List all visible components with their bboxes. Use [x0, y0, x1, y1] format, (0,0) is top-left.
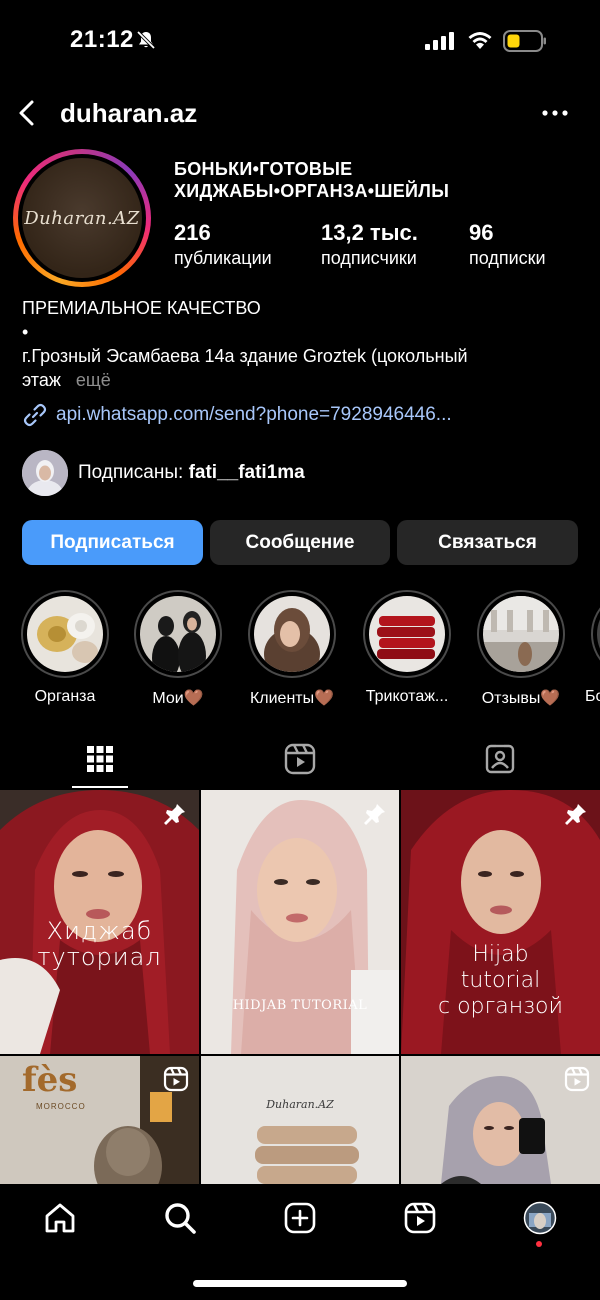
sign-subtext: MOROCCO — [36, 1102, 86, 1111]
highlight-organza[interactable]: Органза — [15, 590, 115, 706]
highlight-label: Клиенты🤎 — [249, 690, 335, 707]
link-icon — [23, 403, 47, 427]
signal-icon — [425, 32, 454, 50]
stat-label: подписки — [469, 248, 546, 268]
pin-icon — [364, 804, 385, 825]
tab-tagged[interactable] — [400, 730, 600, 788]
status-time: 21:12 — [70, 26, 134, 53]
highlight-clients[interactable]: Клиенты🤎 — [242, 590, 342, 708]
stat-label: публикации — [174, 248, 272, 268]
more-icon[interactable] — [542, 108, 568, 118]
posts-grid: Хиджаб туториал HIDJAB TUTORIAL Hijab tu… — [0, 790, 600, 1184]
tab-grid[interactable] — [0, 730, 200, 788]
profile-bio: ПРЕМИАЛЬНОЕ КАЧЕСТВО • г.Грозный Эсамбае… — [22, 296, 582, 392]
sign-text: fès — [22, 1060, 78, 1100]
bio-line: этаж ещё — [22, 368, 582, 392]
story-highlights: Органза Мои🤎 Клиенты🤎 Трикотаж... Отзывы… — [0, 590, 600, 710]
grid-post[interactable] — [401, 1056, 600, 1184]
tab-active-indicator — [72, 786, 128, 788]
profile-header: duharan.az — [0, 88, 600, 140]
highlight-label: Трикотаж... — [365, 688, 449, 705]
contact-button[interactable]: Связаться — [397, 520, 578, 565]
bio-line: • — [22, 322, 29, 342]
profile-title-line: ХИДЖАБЫ•ОРГАНЗА•ШЕЙЛЫ — [174, 181, 450, 201]
bio-line: г.Грозный Эсамбаева 14а здание Groztek (… — [22, 346, 468, 366]
highlight-label: Бо — [585, 688, 600, 705]
stat-following[interactable]: 96 подписки — [469, 220, 546, 270]
link-text: api.whatsapp.com/send?phone=7928946446..… — [56, 404, 452, 425]
stat-posts[interactable]: 216 публикации — [174, 220, 272, 270]
nav-reels[interactable] — [400, 1198, 440, 1238]
highlight-label: Органза — [34, 688, 96, 705]
follower-avatar — [22, 450, 68, 496]
nav-create[interactable] — [280, 1198, 320, 1238]
reels-badge-icon — [163, 1066, 189, 1092]
wifi-icon — [468, 32, 492, 49]
stat-value: 13,2 тыс. — [321, 220, 418, 245]
follow-button[interactable]: Подписаться — [22, 520, 203, 565]
post-caption: Hijab tutorial с органзой — [401, 942, 600, 1020]
post-caption-line: туториал — [37, 943, 162, 971]
profile-username: duharan.az — [60, 98, 198, 128]
tab-reels[interactable] — [200, 730, 400, 788]
back-icon[interactable] — [16, 98, 40, 128]
nav-search[interactable] — [160, 1198, 200, 1238]
notification-dot — [536, 1241, 542, 1247]
post-caption: HIDJAB TUTORIAL — [232, 998, 368, 1013]
grid-post[interactable]: fès MOROCCO — [0, 1056, 199, 1184]
stat-followers[interactable]: 13,2 тыс. подписчики — [321, 220, 418, 270]
bio-more-link[interactable]: ещё — [76, 370, 111, 390]
post-caption-line: Hijab — [472, 942, 529, 967]
highlight-partial[interactable]: Бо — [585, 590, 600, 706]
pin-icon — [164, 804, 185, 825]
avatar-logo: Duharan.AZ — [24, 207, 140, 229]
create-icon — [284, 1202, 316, 1234]
bio-line-text: этаж — [22, 370, 61, 390]
highlight-label: Отзывы🤎 — [481, 690, 561, 707]
nav-profile[interactable] — [520, 1198, 560, 1238]
profile-link[interactable]: api.whatsapp.com/send?phone=7928946446..… — [22, 402, 452, 428]
search-icon — [165, 1203, 196, 1234]
grid-post[interactable]: Duharan.AZ — [201, 1056, 399, 1184]
stat-value: 96 — [469, 220, 494, 245]
reels-nav-icon — [404, 1202, 436, 1234]
home-indicator[interactable] — [193, 1280, 407, 1287]
highlight-label: Мои🤎 — [152, 690, 204, 707]
reels-icon — [284, 743, 316, 775]
bio-line: ПРЕМИАЛЬНОЕ КАЧЕСТВО — [22, 298, 261, 318]
profile-avatar[interactable]: Duharan.AZ — [13, 149, 151, 287]
post-logo: Duharan.AZ — [266, 1098, 334, 1111]
nav-home[interactable] — [40, 1198, 80, 1238]
followed-by[interactable]: Подписаны: fati__fati1ma — [22, 450, 305, 496]
post-caption-line: с органзой — [437, 994, 564, 1019]
grid-post[interactable]: HIDJAB TUTORIAL — [201, 790, 399, 1054]
followed-text: Подписаны: fati__fati1ma — [78, 462, 305, 484]
tagged-icon — [485, 744, 515, 774]
reels-badge-icon — [564, 1066, 590, 1092]
stat-value: 216 — [174, 220, 211, 245]
pin-icon — [565, 804, 586, 825]
followed-prefix: Подписаны: — [78, 462, 189, 483]
highlight-mine[interactable]: Мои🤎 — [128, 590, 228, 708]
home-icon — [45, 1203, 75, 1233]
followed-username[interactable]: fati__fati1ma — [189, 462, 305, 483]
highlight-jersey[interactable]: Трикотаж... — [357, 590, 457, 706]
bell-off-icon — [136, 30, 156, 50]
highlight-reviews[interactable]: Отзывы🤎 — [471, 590, 571, 708]
profile-tabs — [0, 730, 600, 788]
grid-post[interactable]: Hijab tutorial с органзой — [401, 790, 600, 1054]
profile-title: БОНЬКИ•ГОТОВЫЕ ХИДЖАБЫ•ОРГАНЗА•ШЕЙЛЫ — [174, 158, 574, 202]
stat-label: подписчики — [321, 248, 417, 268]
profile-title-line: БОНЬКИ•ГОТОВЫЕ — [174, 159, 353, 179]
status-bar: 21:12 — [0, 0, 600, 80]
grid-icon — [87, 746, 113, 772]
post-caption-line: Хиджаб — [46, 917, 153, 945]
post-caption: Хиджаб туториал — [0, 918, 199, 970]
post-caption-line: tutorial — [460, 968, 541, 993]
message-button[interactable]: Сообщение — [210, 520, 390, 565]
profile-avatar-icon — [523, 1201, 557, 1235]
grid-post[interactable]: Хиджаб туториал — [0, 790, 199, 1054]
battery-icon — [503, 30, 546, 52]
